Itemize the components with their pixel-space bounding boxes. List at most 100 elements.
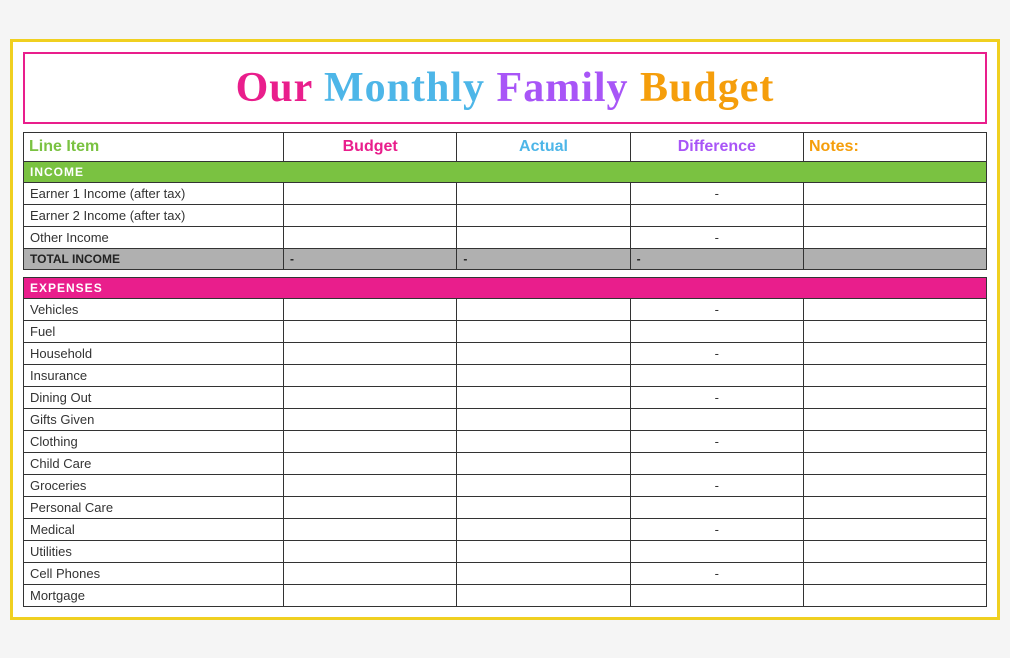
expense-row-difference: - [630,474,803,496]
expense-row-actual[interactable] [457,540,630,562]
income-row-budget[interactable] [284,226,457,248]
income-row-budget[interactable] [284,182,457,204]
expense-row-label: Personal Care [24,496,284,518]
expense-row-actual[interactable] [457,386,630,408]
expense-row-difference [630,452,803,474]
spacer-row [24,269,987,277]
expense-row-actual[interactable] [457,518,630,540]
expense-row-difference: - [630,562,803,584]
income-row-label: Earner 2 Income (after tax) [24,204,284,226]
expense-row: Medical - [24,518,987,540]
expense-row: Mortgage [24,584,987,606]
expense-row-notes[interactable] [803,430,986,452]
expense-row: Fuel [24,320,987,342]
expense-row-budget[interactable] [284,452,457,474]
expense-row-actual[interactable] [457,408,630,430]
expense-row: Vehicles - [24,298,987,320]
expense-row-difference: - [630,298,803,320]
expense-row: Gifts Given [24,408,987,430]
expense-row-budget[interactable] [284,518,457,540]
expense-row-budget[interactable] [284,364,457,386]
income-row-notes[interactable] [803,204,986,226]
income-row-label: Earner 1 Income (after tax) [24,182,284,204]
total-income-actual: - [457,248,630,269]
expense-row-budget[interactable] [284,386,457,408]
expense-row: Clothing - [24,430,987,452]
expense-row-actual[interactable] [457,562,630,584]
total-income-difference: - [630,248,803,269]
expense-row-notes[interactable] [803,386,986,408]
expense-row-budget[interactable] [284,540,457,562]
income-row-label: Other Income [24,226,284,248]
expense-row-budget[interactable] [284,408,457,430]
expense-row-label: Dining Out [24,386,284,408]
expense-row-difference [630,540,803,562]
expense-row-label: Cell Phones [24,562,284,584]
expense-row-difference [630,584,803,606]
expense-row-budget[interactable] [284,298,457,320]
expense-row-difference [630,364,803,386]
expense-row-label: Household [24,342,284,364]
spreadsheet-title: Our Monthly Family Budget [25,64,985,112]
expense-row-difference: - [630,386,803,408]
expense-row-budget[interactable] [284,562,457,584]
expense-row-notes[interactable] [803,320,986,342]
income-row-actual[interactable] [457,182,630,204]
expense-row-budget[interactable] [284,320,457,342]
expense-row-budget[interactable] [284,496,457,518]
expense-row-actual[interactable] [457,342,630,364]
expense-row: Dining Out - [24,386,987,408]
expense-row-actual[interactable] [457,474,630,496]
expense-row-notes[interactable] [803,496,986,518]
income-row-actual[interactable] [457,226,630,248]
income-row: Other Income - [24,226,987,248]
expense-row-difference: - [630,518,803,540]
title-box: Our Monthly Family Budget [23,52,987,124]
expense-row-actual[interactable] [457,584,630,606]
expense-row-actual[interactable] [457,364,630,386]
total-income-label: Total Income [24,248,284,269]
expense-row-notes[interactable] [803,540,986,562]
header-notes: Notes: [803,132,986,161]
expense-row-budget[interactable] [284,474,457,496]
income-label: Income [24,161,987,182]
income-row: Earner 2 Income (after tax) [24,204,987,226]
expense-row-notes[interactable] [803,342,986,364]
expense-row: Groceries - [24,474,987,496]
income-row-budget[interactable] [284,204,457,226]
expense-row-actual[interactable] [457,430,630,452]
expense-row-label: Medical [24,518,284,540]
expense-row-notes[interactable] [803,298,986,320]
expense-row-notes[interactable] [803,584,986,606]
expense-row: Utilities [24,540,987,562]
expense-row-notes[interactable] [803,408,986,430]
expense-row-label: Mortgage [24,584,284,606]
income-row-difference: - [630,182,803,204]
expense-row: Child Care [24,452,987,474]
expense-row-actual[interactable] [457,320,630,342]
income-row-notes[interactable] [803,226,986,248]
expense-row-budget[interactable] [284,430,457,452]
expense-row-label: Gifts Given [24,408,284,430]
income-row-actual[interactable] [457,204,630,226]
expense-row-actual[interactable] [457,452,630,474]
expense-row-actual[interactable] [457,496,630,518]
income-row-notes[interactable] [803,182,986,204]
expense-row-label: Utilities [24,540,284,562]
expense-row-notes[interactable] [803,474,986,496]
expense-row-notes[interactable] [803,364,986,386]
expense-row-budget[interactable] [284,342,457,364]
expense-row-actual[interactable] [457,298,630,320]
expense-row-notes[interactable] [803,518,986,540]
expense-row-budget[interactable] [284,584,457,606]
income-row-difference: - [630,226,803,248]
expense-row-notes[interactable] [803,452,986,474]
expense-row-label: Fuel [24,320,284,342]
expense-row-notes[interactable] [803,562,986,584]
expenses-label: Expenses [24,277,987,298]
income-row-difference [630,204,803,226]
header-actual: Actual [457,132,630,161]
table-header-row: Line Item Budget Actual Difference Notes… [24,132,987,161]
total-income-budget: - [284,248,457,269]
title-family: Family [497,65,640,111]
